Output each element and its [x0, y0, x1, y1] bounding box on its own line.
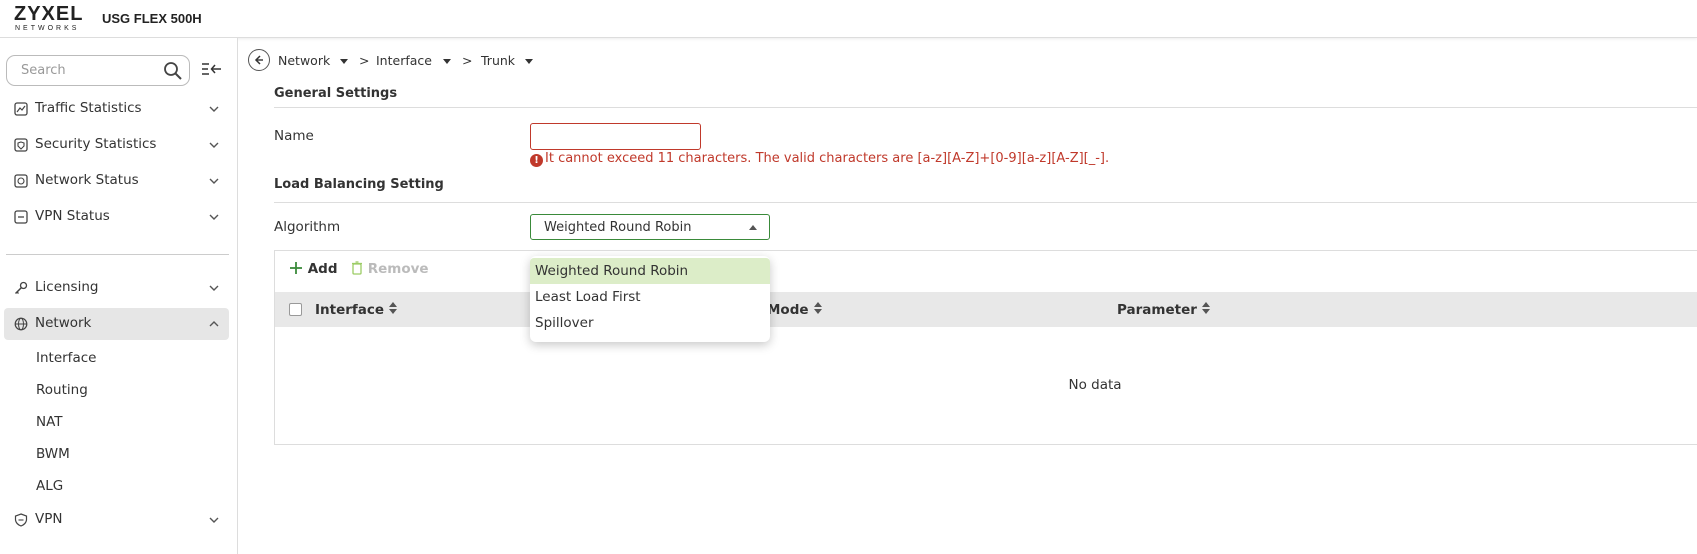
sort-icon[interactable] — [389, 302, 398, 314]
chevron-down-icon — [209, 178, 219, 184]
sidebar-item-security-statistics[interactable]: Security Statistics — [4, 129, 229, 161]
breadcrumb-trunk[interactable]: Trunk — [481, 53, 515, 68]
sidebar-item-label: Traffic Statistics — [35, 100, 142, 116]
sidebar-item-label: Security Statistics — [35, 136, 157, 152]
network-status-icon — [14, 174, 28, 188]
table-header: Interface Mode Parameter — [275, 292, 1697, 327]
sidebar-item-network[interactable]: Network — [4, 308, 229, 340]
sidebar-item-label: VPN — [35, 511, 63, 527]
sidebar-item-label: Network — [35, 315, 92, 331]
sidebar-item-label: Licensing — [35, 279, 99, 295]
sidebar-item-label: VPN Status — [35, 208, 110, 224]
add-button[interactable]: Add — [289, 261, 337, 277]
sidebar-subitem-alg[interactable]: ALG — [36, 478, 63, 494]
algorithm-selected-value: Weighted Round Robin — [544, 220, 692, 235]
sidebar-item-vpn[interactable]: VPN — [4, 504, 229, 536]
empty-table-message: No data — [1068, 377, 1122, 393]
sort-icon[interactable] — [1201, 302, 1210, 314]
remove-label: Remove — [367, 261, 429, 277]
remove-button[interactable]: Remove — [351, 261, 429, 277]
plus-icon — [290, 262, 302, 274]
shield-chart-icon — [14, 138, 28, 152]
sidebar-subitem-routing[interactable]: Routing — [36, 382, 88, 398]
key-icon — [14, 281, 28, 295]
section-divider — [274, 107, 1697, 108]
sidebar-item-network-status[interactable]: Network Status — [4, 165, 229, 197]
sidebar-item-licensing[interactable]: Licensing — [4, 272, 229, 304]
sidebar-item-label: Network Status — [35, 172, 139, 188]
sidebar: Search Traffic Statistics Security Stati… — [0, 38, 238, 554]
algorithm-label: Algorithm — [274, 219, 341, 235]
general-settings-title: General Settings — [274, 86, 398, 101]
chevron-down-icon — [209, 517, 219, 523]
collapse-menu-icon[interactable] — [199, 57, 225, 83]
breadcrumb-network-dropdown-icon[interactable] — [340, 59, 348, 64]
section-divider — [274, 202, 1697, 203]
sidebar-item-traffic-statistics[interactable]: Traffic Statistics — [4, 93, 229, 125]
column-interface[interactable]: Interface — [315, 302, 398, 318]
breadcrumb-separator: > — [462, 53, 473, 68]
error-icon: ! — [530, 154, 543, 167]
sidebar-subitem-nat[interactable]: NAT — [36, 414, 63, 430]
sidebar-subitem-interface[interactable]: Interface — [36, 350, 96, 366]
sidebar-item-vpn-status[interactable]: VPN Status — [4, 201, 229, 233]
device-model: USG FLEX 500H — [102, 11, 202, 26]
load-balancing-title: Load Balancing Setting — [274, 177, 444, 192]
column-mode[interactable]: Mode — [767, 302, 822, 318]
option-weighted-round-robin[interactable]: Weighted Round Robin — [530, 258, 770, 284]
search-input[interactable]: Search — [6, 55, 190, 86]
member-table: Add Remove Interface Mode Parameter No d… — [274, 250, 1697, 445]
name-label: Name — [274, 128, 314, 144]
name-field[interactable] — [530, 123, 701, 150]
algorithm-dropdown-menu: Weighted Round Robin Least Load First Sp… — [530, 256, 770, 342]
option-spillover[interactable]: Spillover — [530, 310, 770, 336]
sidebar-divider — [6, 254, 229, 255]
shield-icon — [14, 513, 28, 527]
zyxel-logo[interactable]: ZYXEL NETWORKS — [14, 4, 88, 34]
back-arrow-icon[interactable] — [248, 49, 270, 71]
column-label: Interface — [315, 302, 385, 318]
name-error-text: It cannot exceed 11 characters. The vali… — [545, 151, 1110, 166]
sort-icon[interactable] — [813, 302, 822, 314]
breadcrumb-trunk-dropdown-icon[interactable] — [525, 59, 533, 64]
trash-icon — [352, 261, 362, 275]
column-label: Mode — [767, 302, 809, 318]
logo-sub: NETWORKS — [15, 25, 80, 32]
logo-brand: ZYXEL — [14, 3, 84, 25]
breadcrumb-separator: > — [359, 53, 370, 68]
chart-icon — [14, 102, 28, 116]
chevron-down-icon — [209, 106, 219, 112]
search-placeholder: Search — [21, 63, 66, 78]
column-label: Parameter — [1117, 302, 1197, 318]
sidebar-subitem-bwm[interactable]: BWM — [36, 446, 70, 462]
top-bar: ZYXEL NETWORKS USG FLEX 500H — [0, 0, 1697, 38]
breadcrumb-network[interactable]: Network — [278, 53, 330, 68]
chevron-down-icon — [209, 214, 219, 220]
chevron-up-icon — [209, 321, 219, 327]
add-label: Add — [307, 261, 338, 277]
vpn-status-icon — [14, 210, 28, 224]
option-least-load-first[interactable]: Least Load First — [530, 284, 770, 310]
chevron-down-icon — [209, 285, 219, 291]
breadcrumb-interface-dropdown-icon[interactable] — [443, 59, 451, 64]
caret-up-icon — [749, 225, 757, 230]
globe-icon — [14, 317, 28, 331]
search-icon[interactable] — [163, 61, 183, 81]
chevron-down-icon — [209, 142, 219, 148]
name-error-message: ! It cannot exceed 11 characters. The val… — [530, 151, 1109, 167]
breadcrumb-interface[interactable]: Interface — [376, 53, 432, 68]
algorithm-select[interactable]: Weighted Round Robin — [530, 214, 770, 240]
select-all-checkbox[interactable] — [289, 303, 302, 316]
column-parameter[interactable]: Parameter — [1117, 302, 1210, 318]
